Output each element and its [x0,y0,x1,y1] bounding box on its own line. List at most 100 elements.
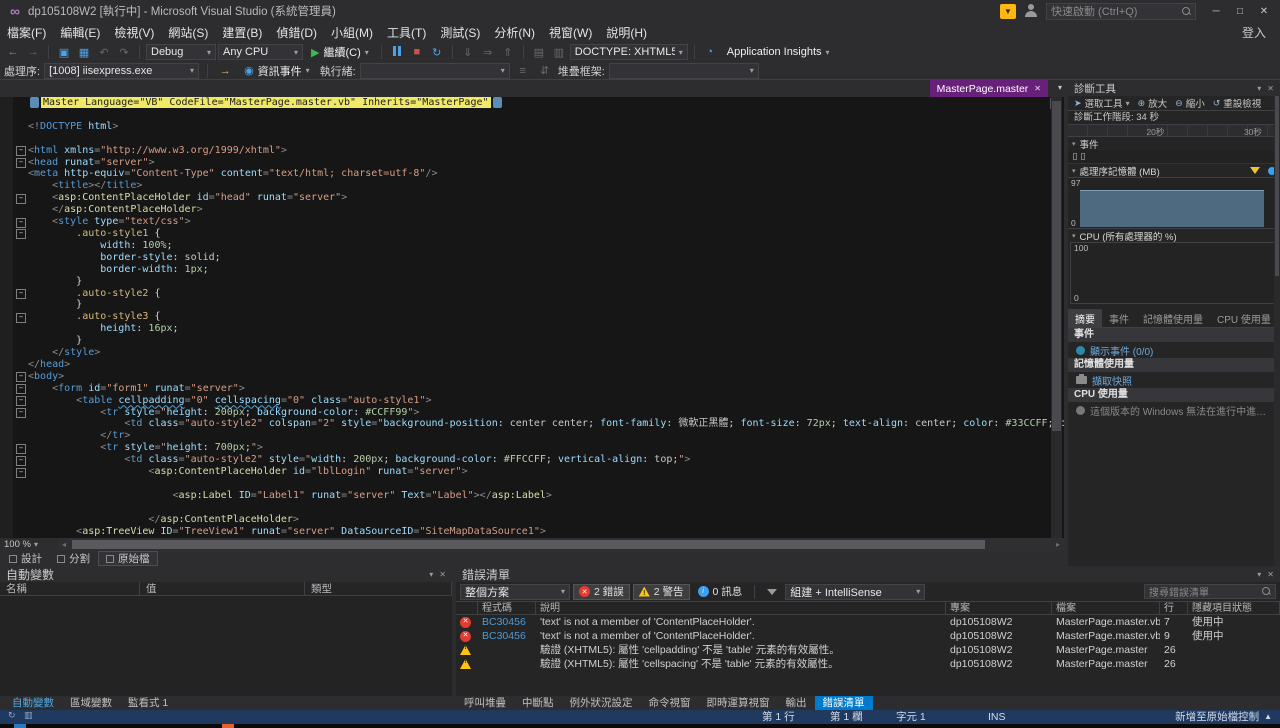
error-scope-dropdown[interactable]: 整個方案▾ [460,584,570,600]
autos-header[interactable]: 自動變數 ▾✕ [0,566,452,582]
error-code[interactable]: BC30456 [478,629,536,643]
tool-tab-2[interactable]: 區域變數 [62,696,120,710]
errors-filter-button[interactable]: ✕2 錯誤 [573,584,630,600]
fold-collapse-icon[interactable] [15,192,28,204]
menu-item-3[interactable]: 檢視(V) [107,22,161,42]
tool-tab-r4[interactable]: 命令視窗 [641,696,699,710]
zoom-control[interactable]: 100 %▾ [0,538,58,551]
window-menu-icon[interactable]: ▾ [429,570,433,579]
doctype-dropdown[interactable]: DOCTYPE: XHTML5▾ [570,44,688,60]
memory-graph-header[interactable]: ▾ 處理序記憶體 (MB) [1068,164,1280,177]
error-row-1[interactable]: ✕BC30456'text' is not a member of 'Conte… [456,615,1280,629]
filter-button[interactable] [762,584,782,600]
vertical-scrollbar[interactable] [1051,97,1062,538]
menu-item-11[interactable]: 視窗(W) [542,22,599,42]
take-snapshot-link[interactable]: 擷取快照 [1068,372,1280,388]
error-row-3[interactable]: !驗證 (XHTML5): 屬性 'cellpadding' 不是 'table… [456,643,1280,657]
tool-tab-3[interactable]: 監看式 1 [120,696,176,710]
lifecycle-events-button[interactable]: ◉ 資訊事件 ▾ [238,63,316,79]
fold-collapse-icon[interactable] [15,216,28,228]
navigate-back-icon[interactable]: ← [4,46,22,58]
window-menu-icon[interactable]: ▾ [1257,570,1261,579]
step-into-icon[interactable]: ⇓ [459,46,477,59]
error-column-3[interactable]: 專案 [946,602,1052,614]
restart-icon[interactable]: ↻ [428,46,446,59]
show-next-statement-icon[interactable]: → [216,65,234,77]
horizontal-scroll-track[interactable] [70,540,1052,549]
tool-tab-r2[interactable]: 中斷點 [514,696,562,710]
build-intellisense-dropdown[interactable]: 組建 + IntelliSense▾ [785,584,925,600]
autos-body[interactable] [0,596,452,696]
tool-tab-r7[interactable]: 錯誤清單 [815,696,873,710]
filter-funnel-icon[interactable] [1250,167,1260,174]
fold-collapse-icon[interactable] [15,228,28,240]
tool-tab-r6[interactable]: 輸出 [778,696,815,710]
horizontal-scrollbar[interactable]: 100 %▾ ◂ ▸ [0,538,1064,551]
document-outline-icon[interactable]: ▤ [530,46,548,59]
menu-item-6[interactable]: 偵錯(D) [269,22,324,42]
save-icon[interactable]: ▣ [55,46,73,59]
scroll-left-icon[interactable]: ◂ [58,540,70,549]
menu-item-10[interactable]: 分析(N) [487,22,542,42]
panel-scrollbar-thumb[interactable] [1275,96,1279,276]
window-menu-icon[interactable]: ▾ [1257,84,1261,93]
menu-item-1[interactable]: 檔案(F) [0,22,53,42]
tool-tab-r5[interactable]: 即時運算視窗 [699,696,778,710]
error-column-2[interactable]: 說明 [536,602,946,614]
error-search-input[interactable]: 搜尋錯誤清單 [1144,584,1276,599]
menu-item-12[interactable]: 說明(H) [599,22,654,42]
fold-collapse-icon[interactable] [15,371,28,383]
timeline-ruler[interactable]: 20秒 30秒 [1068,124,1280,137]
error-row-4[interactable]: !驗證 (XHTML5): 屬性 'cellspacing' 不是 'table… [456,657,1280,671]
undo-icon[interactable]: ↶ [95,46,113,59]
tool-tab-1[interactable]: 自動變數 [4,696,62,710]
quick-launch-search[interactable]: 快速啟動 (Ctrl+Q) [1046,3,1196,20]
fold-collapse-icon[interactable] [15,454,28,466]
sign-in-link[interactable]: 登入 [1242,24,1280,41]
minimize-button[interactable]: ─ [1204,2,1228,20]
fold-collapse-icon[interactable] [15,288,28,300]
cpu-chart[interactable]: 100 0 [1070,242,1278,304]
autos-column-1[interactable]: 名稱 [0,582,140,596]
save-all-icon[interactable]: ▦ [75,46,93,59]
menu-item-2[interactable]: 編輯(E) [53,22,107,42]
zoom-in-button[interactable]: ⊕放大 [1135,96,1171,110]
menu-item-4[interactable]: 網站(S) [161,22,215,42]
application-insights-button[interactable]: Application Insights ▾ [721,44,836,60]
horizontal-scrollbar-thumb[interactable] [72,540,985,549]
autos-column-3[interactable]: 類型 [305,582,452,596]
code-editor[interactable]: Master Language="VB" CodeFile="MasterPag… [0,97,1064,538]
close-panel-icon[interactable]: ✕ [439,570,446,579]
tab-close-icon[interactable]: ✕ [1034,84,1041,93]
tab-list-chevron-icon[interactable]: ▾ [1058,83,1062,92]
fold-collapse-icon[interactable] [15,311,28,323]
process-dropdown[interactable]: [1008] iisexpress.exe▾ [44,63,199,79]
events-track-header[interactable]: ▾事件 [1068,137,1280,150]
break-all-icon[interactable] [388,46,406,59]
error-list-header[interactable]: 錯誤清單 ▾✕ [456,566,1280,582]
cpu-graph-header[interactable]: ▾CPU (所有處理器的 %) [1068,229,1280,242]
navigate-forward-icon[interactable]: → [24,46,42,58]
menu-item-8[interactable]: 工具(T) [380,22,433,42]
stop-debugging-icon[interactable]: ■ [408,46,426,58]
close-panel-icon[interactable]: ✕ [1267,84,1274,93]
error-column-6[interactable]: 隱藏項目狀態 [1188,602,1280,614]
fold-collapse-icon[interactable] [15,407,28,419]
diagnostic-tools-header[interactable]: 診斷工具 ▾✕ [1068,80,1280,96]
feedback-person-icon[interactable] [1024,4,1038,18]
tool-tab-r3[interactable]: 例外狀況設定 [562,696,641,710]
messages-filter-button[interactable]: i0 訊息 [693,584,748,600]
flag-threads-icon[interactable]: ≡ [514,65,532,77]
error-column-5[interactable]: 行 [1160,602,1188,614]
document-tab-masterpage[interactable]: MasterPage.master ✕ [930,80,1048,97]
redo-icon[interactable]: ↷ [115,46,133,59]
step-over-icon[interactable]: ⇒ [479,46,497,59]
thread-dropdown[interactable]: ▾ [360,63,510,79]
close-button[interactable]: ✕ [1252,2,1276,20]
panel-scrollbar[interactable] [1274,96,1280,566]
diag-tab-2[interactable]: 事件 [1102,309,1136,328]
zoom-out-button[interactable]: ⊖縮小 [1172,96,1208,110]
diag-tab-4[interactable]: CPU 使用量 [1210,309,1278,328]
autos-column-2[interactable]: 值 [140,582,305,596]
view-tab-split[interactable]: 分割 [50,551,97,566]
